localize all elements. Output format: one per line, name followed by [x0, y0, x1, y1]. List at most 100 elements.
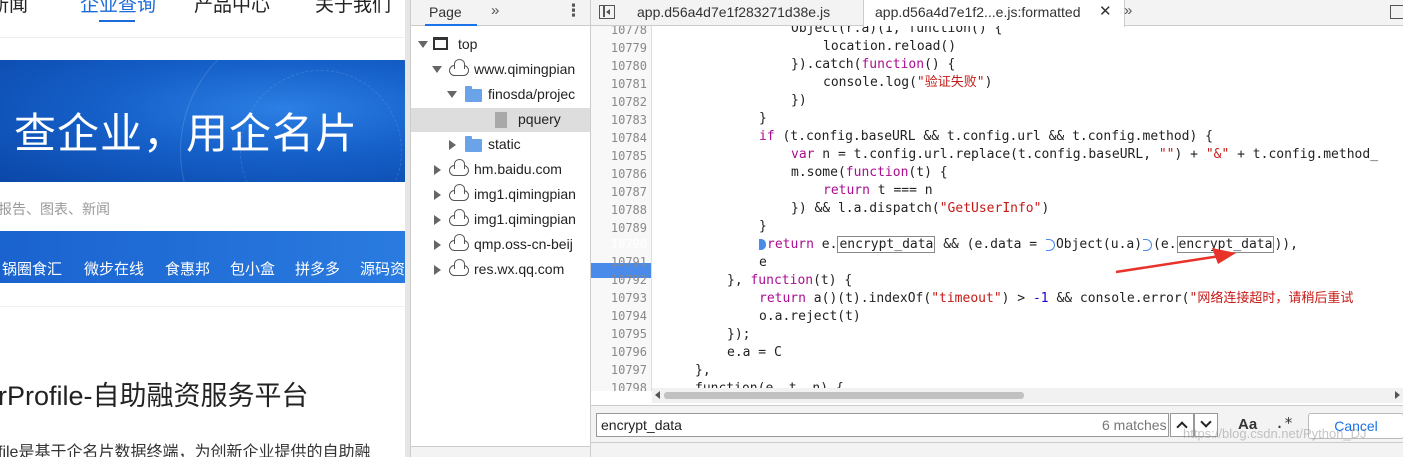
partner-link[interactable]: 包小盒 [230, 258, 275, 279]
editor-tabs: app.d56a4d7e1f283271d38e.js app.d56a4d7e… [591, 0, 1403, 27]
navigator-tabs: Page » ⋮ [411, 0, 590, 26]
arrow-shaft [1115, 254, 1221, 274]
line-number[interactable]: 10792 [591, 273, 647, 287]
tree-item-label: res.wx.qq.com [474, 261, 565, 277]
nav-item-about[interactable]: 关于我们 [315, 0, 391, 17]
tree-item-label: qmp.oss-cn-beij [474, 236, 573, 252]
collapse-triangle-icon[interactable] [434, 215, 441, 225]
line-number-breakpoint[interactable]: 10790 [591, 237, 647, 251]
line-number[interactable]: 10783 [591, 113, 647, 127]
line-number[interactable]: 10798 [591, 381, 647, 391]
hero-banner: 查企业，用企名片 [0, 60, 405, 182]
expand-triangle-icon[interactable] [447, 91, 457, 98]
line-number[interactable]: 10781 [591, 77, 647, 91]
line-number[interactable]: 10782 [591, 95, 647, 109]
line-number[interactable]: 10793 [591, 291, 647, 305]
collapse-triangle-icon[interactable] [434, 265, 441, 275]
partner-link[interactable]: 微步在线 [84, 258, 144, 279]
tab-page[interactable]: Page [429, 4, 462, 20]
folder-icon [465, 136, 482, 152]
line-number[interactable]: 10787 [591, 185, 647, 199]
tree-item-file[interactable]: pquery [411, 108, 590, 132]
line-number[interactable]: 10785 [591, 149, 647, 163]
cloud-icon [449, 209, 469, 226]
search-hint: 报告、图表、新闻 [0, 201, 110, 217]
cloud-icon [449, 234, 469, 251]
close-tab-icon[interactable]: ✕ [1099, 2, 1112, 20]
cloud-icon [449, 259, 469, 276]
scroll-right-icon[interactable] [1395, 391, 1400, 399]
collapse-triangle-icon[interactable] [434, 190, 441, 200]
tree-item-label: top [458, 36, 478, 52]
match-count: 6 matches [1102, 417, 1167, 433]
tab-app-js[interactable]: app.d56a4d7e1f283271d38e.js [637, 0, 830, 26]
website-viewport: 新闻 企业查询 产品中心 关于我们 查企业，用企名片 报告、图表、新闻 锅圈食汇… [0, 0, 405, 457]
search-box[interactable]: 6 matches [596, 413, 1169, 437]
line-number[interactable]: 10778 [591, 26, 647, 37]
devtools-sources-panel: Page » ⋮ top www.qimingpian finosda/proj… [410, 0, 1403, 457]
line-number[interactable]: 10797 [591, 363, 647, 377]
tree-item-label: www.qimingpian [474, 61, 576, 77]
line-number[interactable]: 10779 [591, 41, 647, 55]
more-tabs-icon[interactable]: » [1124, 2, 1132, 19]
section-title: rProfile-自助融资服务平台 [0, 381, 309, 411]
site-navigation: 新闻 企业查询 产品中心 关于我们 [0, 0, 405, 38]
collapse-triangle-icon[interactable] [434, 165, 441, 175]
tree-item-top[interactable]: top [411, 33, 590, 57]
toggle-debugger-icon[interactable] [1390, 5, 1403, 19]
horizontal-scrollbar[interactable] [652, 388, 1403, 403]
line-number-gutter: 10778 10779 10780 10781 10782 10783 1078… [591, 26, 652, 391]
partner-link[interactable]: 食惠邦 [165, 258, 210, 279]
line-number[interactable]: 10786 [591, 167, 647, 181]
collapse-triangle-icon[interactable] [449, 140, 456, 150]
cloud-icon [449, 184, 469, 201]
cloud-icon [449, 159, 469, 176]
collapse-triangle-icon[interactable] [434, 240, 441, 250]
tree-item-label: static [488, 136, 521, 152]
nav-item-products[interactable]: 产品中心 [194, 0, 270, 17]
file-icon [495, 112, 507, 128]
search-input[interactable] [601, 416, 1041, 434]
partner-link[interactable]: 锅圈食汇 [2, 258, 62, 279]
active-tab-indicator [425, 24, 477, 26]
tree-item-label: hm.baidu.com [474, 161, 562, 177]
line-number[interactable]: 10796 [591, 345, 647, 359]
tree-item-domain[interactable]: hm.baidu.com [411, 158, 590, 182]
tree-item-domain[interactable]: img1.qimingpian [411, 208, 590, 232]
line-number[interactable]: 10788 [591, 203, 647, 217]
nav-item-news[interactable]: 新闻 [0, 0, 28, 17]
navigator-footer [411, 446, 590, 457]
frame-icon [433, 37, 448, 50]
section-divider [0, 306, 405, 307]
line-number[interactable]: 10789 [591, 221, 647, 235]
expand-triangle-icon[interactable] [418, 41, 428, 48]
toggle-navigator-icon[interactable] [599, 5, 615, 19]
nav-item-company-search[interactable]: 企业查询 [80, 0, 156, 17]
tree-item-folder[interactable]: static [411, 133, 590, 157]
tree-item-label: img1.qimingpian [474, 211, 576, 227]
line-number[interactable]: 10780 [591, 59, 647, 73]
tree-item-domain[interactable]: img1.qimingpian [411, 183, 590, 207]
code-content[interactable]: Object(r.a)(1, function() { location.rel… [652, 26, 1403, 391]
status-bar [591, 442, 1403, 457]
tree-item-domain[interactable]: qmp.oss-cn-beij [411, 233, 590, 257]
arrow-head [1212, 248, 1236, 264]
more-tabs-icon[interactable]: » [491, 2, 499, 19]
hero-title: 查企业，用企名片 [14, 110, 359, 157]
partner-strip: 锅圈食汇 微步在线 食惠邦 包小盒 拼多多 源码资 [0, 231, 405, 283]
tree-item-domain[interactable]: www.qimingpian [411, 58, 590, 82]
expand-triangle-icon[interactable] [432, 66, 442, 73]
tab-app-js-formatted[interactable]: app.d56a4d7e1f2...e.js:formatted [863, 0, 1125, 27]
tree-item-folder[interactable]: finosda/projec [411, 83, 590, 107]
line-number[interactable]: 10791 [591, 255, 647, 269]
active-nav-underline [99, 20, 135, 22]
scroll-left-icon[interactable] [655, 391, 660, 399]
line-number[interactable]: 10784 [591, 131, 647, 145]
kebab-menu-icon[interactable]: ⋮ [565, 1, 582, 21]
tree-item-domain[interactable]: res.wx.qq.com [411, 258, 590, 282]
partner-link[interactable]: 源码资 [360, 258, 405, 279]
line-number[interactable]: 10795 [591, 327, 647, 341]
partner-link[interactable]: 拼多多 [295, 258, 340, 279]
line-number[interactable]: 10794 [591, 309, 647, 323]
scrollbar-thumb[interactable] [664, 392, 1024, 399]
